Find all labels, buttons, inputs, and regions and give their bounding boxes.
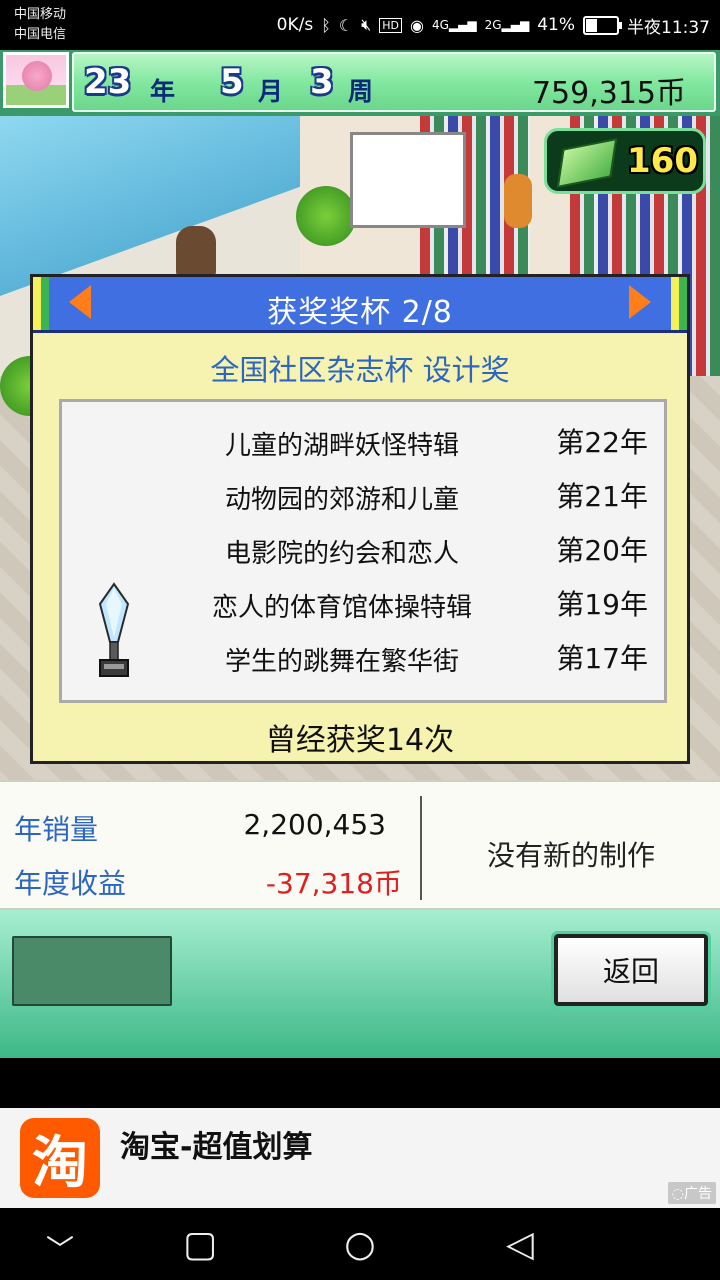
winner-title: 儿童的湖畔妖怪特辑 <box>224 431 459 461</box>
month-unit: 月 <box>258 77 284 106</box>
empty-button-slot <box>12 936 172 1006</box>
winner-row: 动物园的郊游和儿童 第21年 <box>62 470 664 524</box>
bluetooth-icon: ᛒ <box>321 15 331 35</box>
sales-value: 2,200,453 <box>243 808 386 841</box>
battery-percent: 41% <box>537 15 575 35</box>
recents-icon[interactable]: ▢ <box>170 1224 230 1265</box>
winner-row: 电影院的约会和恋人 第20年 <box>62 524 664 578</box>
winner-title: 电影院的约会和恋人 <box>224 539 459 569</box>
company-thumbnail[interactable] <box>3 52 69 108</box>
winner-title: 学生的跳舞在繁华街 <box>224 647 459 677</box>
sales-label: 年销量 <box>14 813 99 846</box>
year-number: 23 <box>84 62 132 102</box>
winner-list: 儿童的湖畔妖怪特辑 第22年 动物园的郊游和儿童 第21年 电影院的约会和恋人 … <box>59 399 667 703</box>
net-speed: 0K/s <box>276 15 314 35</box>
home-icon[interactable]: ○ <box>330 1224 390 1265</box>
hd-icon: HD <box>379 17 402 33</box>
signal-4g-icon: 4G▂▄▆ <box>431 18 477 32</box>
no-new-production: 没有新的制作 <box>486 839 655 872</box>
winner-year: 第22年 <box>556 426 648 459</box>
chevron-down-icon[interactable]: ﹀ <box>30 1228 90 1268</box>
signal-2g-icon: 2G▂▄▆ <box>484 18 530 32</box>
clock: 半夜11:37 <box>627 17 710 38</box>
ad-spacer <box>0 1058 720 1108</box>
winner-year: 第20年 <box>556 534 648 567</box>
winner-title: 动物园的郊游和儿童 <box>224 485 459 515</box>
next-arrow-icon[interactable] <box>629 285 651 319</box>
battery-icon <box>583 15 622 35</box>
money-display: 759,315币 <box>531 76 686 111</box>
sales-info-panel: 年销量 2,200,453 年度收益 -37,318币 没有新的制作 <box>0 780 720 910</box>
profit-value: -37,318币 <box>265 867 402 900</box>
gem-count: 160 <box>627 141 698 181</box>
carrier-2: 中国电信 <box>14 27 67 42</box>
winner-year: 第17年 <box>556 642 648 675</box>
aquarium <box>0 116 300 296</box>
award-count: 曾经获奖14次 <box>265 723 455 758</box>
week-unit: 周 <box>348 77 374 106</box>
eye-icon: ◉ <box>409 15 424 35</box>
potted-plant-icon <box>296 186 356 246</box>
taobao-logo-icon: 淘 <box>20 1118 100 1198</box>
clock-icon <box>504 174 532 228</box>
award-panel: 获奖奖杯 2/8 全国社区杂志杯 设计奖 儿童的湖畔妖怪特辑 第22年 动物园的… <box>30 274 690 764</box>
award-name: 全国社区杂志杯 设计奖 <box>210 353 510 387</box>
mute-icon: 🔇︎ <box>361 15 372 34</box>
status-bar: 中国移动 中国电信 0K/s ᛒ ☾ 🔇︎ HD ◉ 4G▂▄▆ 2G▂▄▆ 4… <box>0 0 720 50</box>
winner-row: 学生的跳舞在繁华街 第17年 <box>62 632 664 686</box>
status-icons: 0K/s ᛒ ☾ 🔇︎ HD ◉ 4G▂▄▆ 2G▂▄▆ 41% 半夜11:37 <box>277 12 710 38</box>
week-number: 3 <box>310 62 334 102</box>
back-button[interactable]: 返回 <box>551 931 711 1009</box>
system-nav-bar: ﹀ ▢ ○ ◁ <box>0 1208 720 1280</box>
cash-icon <box>556 138 618 188</box>
award-panel-header: 获奖奖杯 2/8 <box>33 277 687 333</box>
ad-banner[interactable]: 淘 淘宝-超值划算 ◌广告 <box>0 1108 720 1208</box>
winner-year: 第21年 <box>556 480 648 513</box>
moon-icon: ☾ <box>338 15 354 35</box>
winner-row: 儿童的湖畔妖怪特辑 第22年 <box>62 416 664 470</box>
ad-badge: ◌广告 <box>667 1182 716 1204</box>
whiteboard <box>350 132 466 228</box>
year-unit: 年 <box>150 77 176 106</box>
winner-row: 恋人的体育馆体操特辑 第19年 <box>62 578 664 632</box>
back-nav-icon[interactable]: ◁ <box>490 1224 550 1265</box>
trophy-icon <box>98 582 130 677</box>
ad-text: 淘宝-超值划算 <box>120 1130 313 1165</box>
month-number: 5 <box>220 62 244 102</box>
profit-label: 年度收益 <box>14 867 127 900</box>
winner-title: 恋人的体育馆体操特辑 <box>211 593 472 623</box>
gem-counter[interactable]: 160 <box>544 128 706 194</box>
employee-icon <box>176 226 216 276</box>
award-title: 获奖奖杯 2/8 <box>267 295 453 330</box>
date-bar: 23 年 5 月 3 周 759,315币 <box>72 52 716 112</box>
winner-year: 第19年 <box>556 588 648 621</box>
carrier-1: 中国移动 <box>14 7 67 22</box>
